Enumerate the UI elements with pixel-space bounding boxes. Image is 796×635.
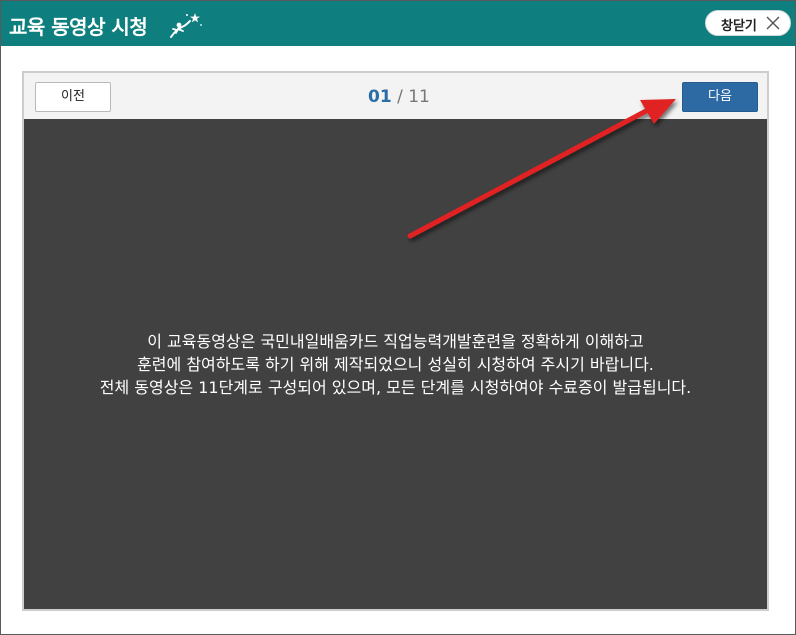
notice-text: 이 교육동영상은 국민내일배움카드 직업능력개발훈련을 정확하게 이해하고 훈련… [24,330,767,399]
page-indicator: 01 / 11 [368,87,430,107]
current-page-number: 01 [368,87,392,107]
notice-line: 이 교육동영상은 국민내일배움카드 직업능력개발훈련을 정확하게 이해하고 [147,332,644,351]
page-navigation-bar: 이전 01 / 11 다음 [24,73,767,118]
next-button[interactable]: 다음 [682,82,758,112]
star-figure-icon [170,13,202,38]
video-screen[interactable]: 이 교육동영상은 국민내일배움카드 직업능력개발훈련을 정확하게 이해하고 훈련… [24,119,767,609]
prev-button[interactable]: 이전 [35,82,111,112]
notice-line: 훈련에 참여하도록 하기 위해 제작되었으니 성실히 시청하여 주시기 바랍니다… [137,355,654,374]
close-window-button[interactable]: 창닫기 [705,10,791,36]
video-viewer: 이전 01 / 11 다음 이 교육동영상은 국민내일배움카드 직업능력개발훈련… [22,71,769,611]
page-separator: / [397,87,403,107]
close-button-label: 창닫기 [721,19,757,34]
close-icon [766,16,780,30]
notice-line: 전체 동영상은 11단계로 구성되어 있으며, 모든 단계를 시청하여야 수료증… [99,378,692,397]
total-page-number: 11 [408,87,430,107]
window-title: 교육 동영상 시청 [9,15,148,39]
video-popup-window: 교육 동영상 시청 창닫기 이전 01 / 11 다음 이 교육동영상은 국민내… [0,0,796,635]
title-bar: 교육 동영상 시청 창닫기 [1,1,795,46]
